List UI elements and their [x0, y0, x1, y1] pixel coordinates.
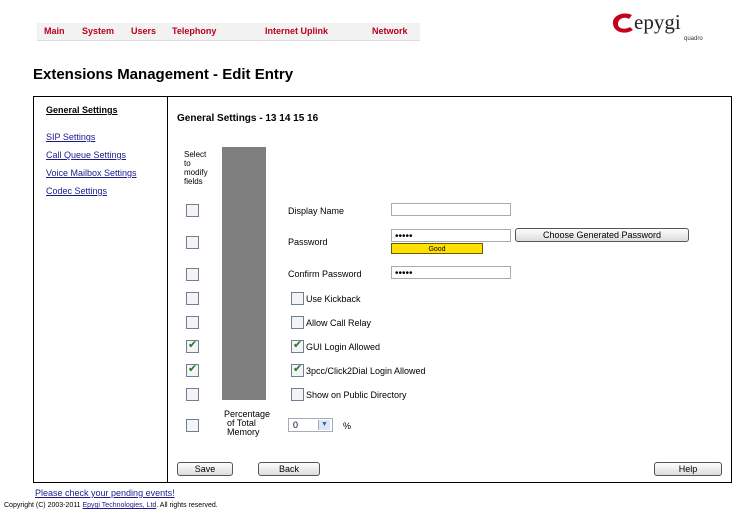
back-button[interactable]: Back: [258, 462, 320, 476]
choose-generated-password-button[interactable]: Choose Generated Password: [515, 228, 689, 242]
gray-divider-bar: [222, 147, 266, 400]
select-checkbox-display-name[interactable]: [186, 204, 199, 217]
select-checkbox-public-directory[interactable]: [186, 388, 199, 401]
main-frame: General Settings SIP Settings Call Queue…: [33, 96, 732, 483]
allow-call-relay-label: Allow Call Relay: [306, 318, 372, 328]
section-title: General Settings - 13 14 15 16: [177, 113, 319, 124]
confirm-password-input[interactable]: •••••: [391, 266, 511, 279]
nav-telephony[interactable]: Telephony: [172, 26, 216, 36]
memory-percentage-value: 0: [293, 420, 299, 430]
logo-word: epygi: [634, 10, 681, 34]
nav-network[interactable]: Network: [372, 26, 408, 36]
password-strength-indicator: Good: [391, 243, 483, 254]
top-navigation: Main System Users Telephony Internet Upl…: [37, 23, 420, 41]
show-on-public-directory-checkbox[interactable]: [291, 388, 304, 401]
company-link[interactable]: Epygi Technologies, Ltd: [82, 502, 156, 509]
logo-subtitle: quadro: [684, 36, 703, 42]
epygi-logo: epygi quadro: [606, 10, 714, 56]
select-checkbox-allow-call-relay[interactable]: [186, 316, 199, 329]
sidebar-item-call-queue-settings[interactable]: Call Queue Settings: [46, 150, 126, 160]
show-on-public-directory-label: Show on Public Directory: [306, 390, 407, 400]
select-checkbox-confirm-password[interactable]: [186, 268, 199, 281]
copyright-text: Copyright (C) 2003-2011 Epygi Technologi…: [4, 502, 218, 509]
click2dial-login-allowed-checkbox[interactable]: [291, 362, 304, 377]
password-label: Password: [288, 237, 328, 247]
save-button[interactable]: Save: [177, 462, 233, 476]
memory-percentage-label: Percentage of Total Memory: [224, 409, 271, 437]
nav-system[interactable]: System: [82, 26, 114, 36]
sidebar-item-codec-settings[interactable]: Codec Settings: [46, 186, 107, 196]
gui-login-allowed-label: GUI Login Allowed: [306, 342, 381, 352]
sidebar-item-sip-settings[interactable]: SIP Settings: [46, 132, 95, 142]
use-kickback-label: Use Kickback: [306, 294, 361, 304]
memory-percent-unit: %: [343, 421, 352, 431]
password-input[interactable]: •••••: [391, 229, 511, 242]
sidebar-item-general-settings[interactable]: General Settings: [46, 105, 118, 115]
click2dial-login-allowed-label: 3pcc/Click2Dial Login Allowed: [306, 366, 426, 376]
select-to-modify-label: Select to modify fields: [184, 150, 208, 186]
display-name-label: Display Name: [288, 206, 345, 216]
help-button[interactable]: Help: [654, 462, 722, 476]
gui-login-allowed-checkbox[interactable]: [291, 338, 304, 353]
use-kickback-checkbox[interactable]: [291, 292, 304, 305]
select-checkbox-use-kickback[interactable]: [186, 292, 199, 305]
select-checkbox-password[interactable]: [186, 236, 199, 249]
display-name-input[interactable]: [391, 203, 511, 216]
select-checkbox-memory[interactable]: [186, 419, 199, 432]
pending-events-link[interactable]: Please check your pending events!: [35, 488, 175, 498]
sidebar: General Settings SIP Settings Call Queue…: [34, 97, 168, 482]
confirm-password-label: Confirm Password: [288, 269, 362, 279]
memory-percentage-select[interactable]: 0 ▼: [288, 418, 333, 432]
nav-users[interactable]: Users: [131, 26, 156, 36]
select-checkbox-click2dial[interactable]: [186, 362, 199, 377]
sidebar-item-voice-mailbox-settings[interactable]: Voice Mailbox Settings: [46, 168, 137, 178]
allow-call-relay-checkbox[interactable]: [291, 316, 304, 329]
select-checkbox-gui-login[interactable]: [186, 338, 199, 353]
nav-internet-uplink[interactable]: Internet Uplink: [265, 26, 328, 36]
page-title: Extensions Management - Edit Entry: [33, 66, 294, 83]
nav-main[interactable]: Main: [44, 26, 65, 36]
chevron-down-icon[interactable]: ▼: [318, 420, 330, 430]
